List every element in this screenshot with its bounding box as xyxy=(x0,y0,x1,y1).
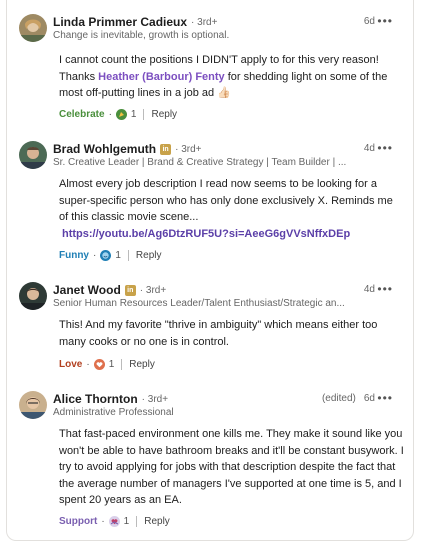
divider xyxy=(121,358,123,370)
video-link[interactable]: https://youtu.be/Ag6DtzRUF5U?si=AeeG6gVV… xyxy=(62,226,350,243)
dot-separator: · xyxy=(93,249,97,261)
comment-time: 6d xyxy=(363,16,375,27)
comment-time: 6d xyxy=(363,393,375,404)
comment-text: This! And my favorite "thrive in ambigui… xyxy=(59,319,378,348)
reaction-button[interactable]: Love xyxy=(59,359,82,370)
avatar[interactable] xyxy=(19,391,47,419)
mention-link[interactable]: Heather (Barbour) Fenty xyxy=(98,71,225,83)
reaction-bar: Love · 1 Reply xyxy=(59,357,155,371)
commenter-headline: Change is inevitable, growth is optional… xyxy=(53,30,230,41)
comments-panel: Linda Primmer Cadieux · 3rd+ Change is i… xyxy=(6,0,414,541)
dot-separator: · xyxy=(108,108,112,120)
comment-time: 4d xyxy=(363,143,375,154)
connection-degree: · 3rd+ xyxy=(141,393,169,405)
reaction-bar: Funny · 1 Reply xyxy=(59,248,161,262)
comment-body: I cannot count the positions I DIDN'T ap… xyxy=(59,52,405,102)
avatar[interactable] xyxy=(19,282,47,310)
comment-body: Almost every job description I read now … xyxy=(59,176,405,242)
reaction-button[interactable]: Support xyxy=(59,516,97,527)
connection-degree: · 3rd+ xyxy=(191,16,218,28)
commenter-headline: Senior Human Resources Leader/Talent Ent… xyxy=(53,298,345,309)
avatar[interactable] xyxy=(19,141,47,169)
more-options-icon[interactable]: ••• xyxy=(377,142,393,154)
avatar[interactable] xyxy=(19,14,47,42)
reaction-count[interactable]: 1 xyxy=(131,109,137,120)
more-options-icon[interactable]: ••• xyxy=(377,392,393,404)
dot-separator: · xyxy=(101,515,105,527)
connection-degree: · 3rd+ xyxy=(139,284,167,296)
more-options-icon[interactable]: ••• xyxy=(377,15,393,27)
comment-time: 4d xyxy=(363,284,375,295)
comment-text: Almost every job description I read now … xyxy=(59,178,393,223)
reply-button[interactable]: Reply xyxy=(136,250,162,261)
linkedin-badge-icon: in xyxy=(124,284,136,296)
reply-button[interactable]: Reply xyxy=(151,109,177,120)
reaction-button[interactable]: Funny xyxy=(59,250,89,261)
comment-body: That fast-paced environment one kills me… xyxy=(59,426,405,509)
commenter-headline: Sr. Creative Leader | Brand & Creative S… xyxy=(53,157,347,168)
love-icon[interactable] xyxy=(93,358,105,370)
reply-button[interactable]: Reply xyxy=(144,516,170,527)
celebrate-icon[interactable] xyxy=(115,108,127,120)
support-icon[interactable] xyxy=(108,515,120,527)
reaction-count[interactable]: 1 xyxy=(124,516,130,527)
reaction-count[interactable]: 1 xyxy=(115,250,121,261)
funny-icon[interactable] xyxy=(100,249,112,261)
reply-button[interactable]: Reply xyxy=(129,359,155,370)
divider xyxy=(127,249,129,261)
commenter-name[interactable]: Linda Primmer Cadieux xyxy=(53,15,187,29)
reaction-button[interactable]: Celebrate xyxy=(59,109,105,120)
more-options-icon[interactable]: ••• xyxy=(377,283,393,295)
divider xyxy=(143,108,145,120)
commenter-name[interactable]: Janet Wood xyxy=(53,283,121,297)
comment-text: That fast-paced environment one kills me… xyxy=(59,428,404,506)
reaction-bar: Support · 1 Reply xyxy=(59,514,170,528)
linkedin-badge-icon: in xyxy=(160,143,172,155)
commenter-name[interactable]: Alice Thornton xyxy=(53,392,138,406)
connection-degree: · 3rd+ xyxy=(175,143,202,155)
reaction-bar: Celebrate · 1 Reply xyxy=(59,107,177,121)
edited-label: (edited) xyxy=(321,393,356,404)
divider xyxy=(136,515,138,527)
reaction-count[interactable]: 1 xyxy=(109,359,115,370)
comment-body: This! And my favorite "thrive in ambigui… xyxy=(59,317,405,350)
commenter-name[interactable]: Brad Wohlgemuth xyxy=(53,142,156,156)
commenter-headline: Administrative Professional xyxy=(53,407,174,418)
dot-separator: · xyxy=(86,358,90,370)
